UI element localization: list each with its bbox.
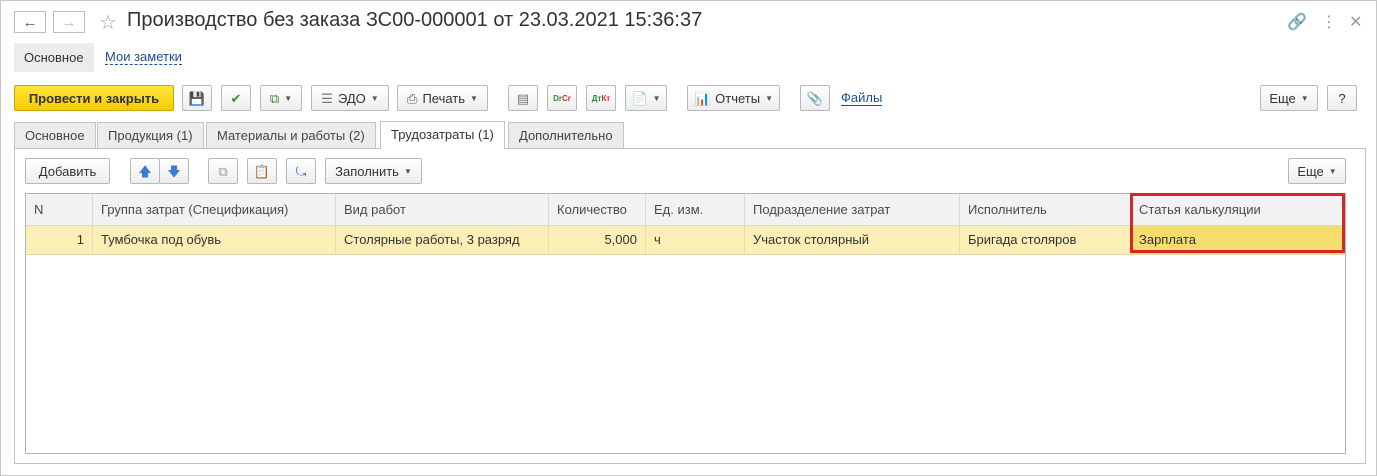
star-icon[interactable]: ☆ (99, 10, 117, 35)
dt-kt-button[interactable]: ДтКт (586, 85, 616, 111)
tab-products[interactable]: Продукция (1) (97, 122, 204, 148)
cell-executor[interactable]: Бригада столяров (960, 226, 1131, 254)
post-and-close-button[interactable]: Провести и закрыть (14, 85, 174, 111)
forward-button[interactable]: → (53, 11, 85, 33)
cell-calculation-article[interactable]: Зарплата (1131, 226, 1345, 254)
vertical-dots-icon[interactable]: ⋮ (1321, 12, 1337, 32)
attach-button[interactable]: 📎 (800, 85, 830, 111)
column-header-cost-group[interactable]: Группа затрат (Спецификация) (93, 194, 336, 225)
edo-button[interactable]: ☰ ЭДО ▼ (311, 85, 389, 111)
debit-credit-button[interactable]: DrCr (547, 85, 577, 111)
close-icon[interactable]: ✕ (1349, 12, 1362, 32)
post-and-close-label: Провести и закрыть (28, 90, 160, 106)
chevron-down-icon: ▼ (370, 93, 379, 103)
table-row[interactable]: 1 Тумбочка под обувь Столярные работы, 3… (26, 226, 1345, 255)
printer-icon: ⎙ (407, 90, 418, 106)
fill-button[interactable]: Заполнить ▼ (325, 158, 422, 184)
tab-main[interactable]: Основное (14, 122, 96, 148)
column-header-executor[interactable]: Исполнитель (960, 194, 1131, 225)
more-label: Еще (1269, 90, 1296, 106)
chevron-down-icon: ▼ (403, 166, 412, 176)
chevron-down-icon: ▼ (1328, 166, 1337, 176)
chevron-down-icon: ▼ (765, 93, 774, 103)
chevron-down-icon: ▼ (652, 93, 661, 103)
chevron-down-icon: ▼ (284, 93, 293, 103)
reports-label: Отчеты (715, 90, 761, 106)
column-header-cost-department[interactable]: Подразделение затрат (745, 194, 960, 225)
subnav-main[interactable]: Основное (14, 43, 94, 72)
add-row-label: Добавить (38, 163, 97, 179)
cell-cost-group[interactable]: Тумбочка под обувь (93, 226, 336, 254)
arrow-down-icon: 🡇 (167, 163, 181, 179)
print-label: Печать (422, 90, 466, 106)
copy-row-button[interactable]: ⧉ (208, 158, 238, 184)
more-button[interactable]: Еще ▼ (1260, 85, 1318, 111)
tab-labor-costs[interactable]: Трудозатраты (1) (380, 121, 505, 149)
save-button[interactable]: 💾 (182, 85, 212, 111)
cell-work-type[interactable]: Столярные работы, 3 разряд (336, 226, 549, 254)
arrow-left-icon: ← (22, 13, 38, 31)
post-button[interactable]: ✔ (221, 85, 251, 111)
edo-icon: ☰ (321, 90, 333, 106)
floppy-disk-icon: 💾 (188, 90, 206, 106)
print-button[interactable]: ⎙ Печать ▼ (397, 85, 488, 111)
split-row-button[interactable]: ⤿ (286, 158, 316, 184)
help-button[interactable]: ? (1327, 85, 1357, 111)
create-based-on-button[interactable]: ⧉ ▼ (260, 85, 302, 111)
debit-credit-icon: DrCr (553, 93, 571, 103)
table-more-button[interactable]: Еще ▼ (1288, 158, 1346, 184)
cell-cost-department[interactable]: Участок столярный (745, 226, 960, 254)
column-header-work-type[interactable]: Вид работ (336, 194, 549, 225)
back-button[interactable]: ← (14, 11, 46, 33)
chevron-down-icon: ▼ (1300, 93, 1309, 103)
table-header: N Группа затрат (Спецификация) Вид работ… (26, 194, 1345, 226)
dt-kt-icon: ДтКт (591, 93, 611, 103)
tab-materials-works[interactable]: Материалы и работы (2) (206, 122, 376, 148)
paste-row-button[interactable]: 📋 (247, 158, 277, 184)
cell-unit[interactable]: ч (646, 226, 745, 254)
column-header-quantity[interactable]: Количество (549, 194, 646, 225)
subnav-notes-link[interactable]: Мои заметки (105, 49, 182, 65)
paperclip-icon: 📎 (806, 90, 824, 106)
edo-label: ЭДО (337, 90, 366, 106)
document-window: ← → ☆ Производство без заказа ЗС00-00000… (0, 0, 1377, 476)
labor-costs-table: N Группа затрат (Спецификация) Вид работ… (25, 193, 1346, 454)
chevron-down-icon: ▼ (470, 93, 478, 103)
document-structure-icon: ▤ (516, 90, 530, 106)
arrow-right-icon: → (61, 13, 77, 31)
split-icon: ⤿ (295, 163, 307, 179)
post-document-icon: ✔ (230, 90, 242, 106)
page-title: Производство без заказа ЗС00-000001 от 2… (127, 9, 703, 31)
copy-icon: ⧉ (218, 163, 228, 179)
tab-additional[interactable]: Дополнительно (508, 122, 624, 148)
cell-n[interactable]: 1 (26, 226, 93, 254)
arrow-up-icon: 🡅 (138, 163, 152, 179)
move-up-button[interactable]: 🡅 (130, 158, 160, 184)
structure-button[interactable]: ▤ (508, 85, 538, 111)
cell-quantity[interactable]: 5,000 (549, 226, 646, 254)
table-more-label: Еще (1297, 163, 1324, 179)
reports-icon: 📊 (693, 90, 711, 106)
column-header-unit[interactable]: Ед. изм. (646, 194, 745, 225)
help-label: ? (1338, 90, 1346, 106)
add-row-button[interactable]: Добавить (25, 158, 110, 184)
link-icon[interactable]: 🔗 (1287, 12, 1307, 32)
create-based-icon: ⧉ (269, 90, 280, 106)
move-down-button[interactable]: 🡇 (159, 158, 189, 184)
reports-button[interactable]: 📊 Отчеты ▼ (687, 85, 780, 111)
paste-icon: 📋 (253, 163, 271, 179)
document-actions-button[interactable]: 📄 ▼ (625, 85, 667, 111)
column-header-n[interactable]: N (26, 194, 93, 225)
files-link[interactable]: Файлы (841, 90, 883, 106)
column-header-calculation-article[interactable]: Статья калькуляции (1131, 194, 1345, 225)
fill-label: Заполнить (335, 163, 399, 179)
document-settings-icon: 📄 (631, 90, 648, 106)
